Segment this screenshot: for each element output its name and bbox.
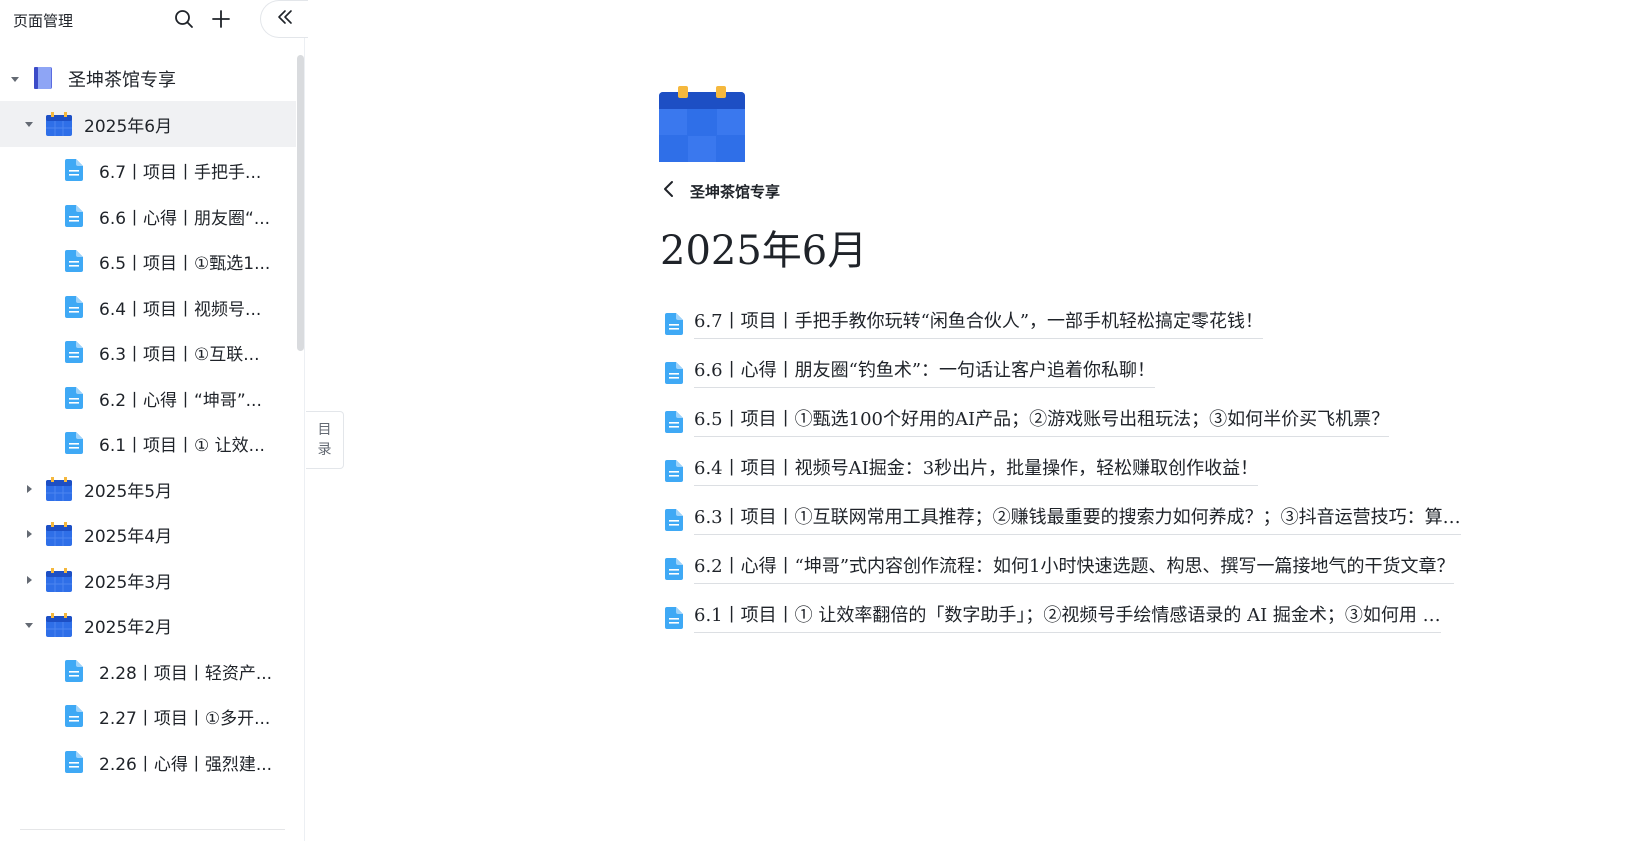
tree-doc[interactable]: 2.28丨项目丨轻资产... bbox=[0, 648, 296, 694]
document-icon bbox=[65, 432, 83, 454]
tree-doc[interactable]: 6.6丨心得丨朋友圈“... bbox=[0, 193, 296, 239]
document-link-text[interactable]: 6.7丨项目丨手把手教你玩转“闲鱼合伙人”，一部手机轻松搞定零花钱！ bbox=[694, 310, 1264, 339]
tree-root[interactable]: 圣坤茶馆专享 bbox=[0, 56, 296, 102]
document-link[interactable]: 6.3丨项目丨①互联网常用工具推荐；②赚钱最重要的搜索力如何养成？；③抖音运营技… bbox=[664, 502, 1461, 538]
tree-doc-label: 6.4丨项目丨视频号... bbox=[99, 299, 262, 320]
tree-folder-2025-04[interactable]: 2025年4月 bbox=[0, 511, 296, 557]
document-link[interactable]: 6.5丨项目丨①甄选100个好用的AI产品；②游戏账号出租玩法；③如何半价买飞机… bbox=[664, 404, 1390, 440]
calendar-icon bbox=[46, 522, 72, 546]
caret-down-icon[interactable] bbox=[9, 73, 21, 85]
sidebar-scrollbar[interactable] bbox=[297, 55, 304, 351]
sidebar-title: 页面管理 bbox=[13, 12, 74, 30]
tree-doc[interactable]: 6.1丨项目丨① 让效... bbox=[0, 420, 296, 466]
tree-folder-2025-06[interactable]: 2025年6月 bbox=[0, 101, 296, 147]
tree-doc-label: 6.7丨项目丨手把手... bbox=[99, 162, 262, 183]
document-icon bbox=[664, 362, 684, 384]
breadcrumb[interactable]: 圣坤茶馆专享 bbox=[662, 177, 780, 205]
tree-folder-label: 2025年5月 bbox=[84, 481, 173, 502]
document-icon bbox=[664, 558, 684, 580]
document-icon bbox=[65, 705, 83, 727]
tree-doc-label: 2.26丨心得丨强烈建... bbox=[99, 754, 273, 775]
caret-down-icon[interactable] bbox=[23, 118, 35, 130]
tree-doc-label: 6.5丨项目丨①甄选1... bbox=[99, 253, 271, 274]
tree-doc-label: 6.6丨心得丨朋友圈“... bbox=[99, 208, 271, 229]
document-icon bbox=[664, 607, 684, 629]
tree-doc[interactable]: 6.7丨项目丨手把手... bbox=[0, 147, 296, 193]
document-icon bbox=[664, 460, 684, 482]
document-link-text[interactable]: 6.2丨心得丨“坤哥”式内容创作流程：如何1小时快速选题、构思、撰写一篇接地气的… bbox=[694, 555, 1455, 584]
tree-folder-2025-03[interactable]: 2025年3月 bbox=[0, 557, 296, 603]
document-link-text[interactable]: 6.1丨项目丨① 让效率翻倍的「数字助手」；②视频号手绘情感语录的 AI 掘金术… bbox=[694, 604, 1441, 633]
sidebar: 页面管理 圣坤茶馆专享 2025年6月 6.7丨项目丨手把手... 6.6丨心得… bbox=[0, 0, 308, 841]
caret-right-icon[interactable] bbox=[23, 528, 35, 540]
document-icon bbox=[65, 205, 83, 227]
tree-root-label: 圣坤茶馆专享 bbox=[68, 70, 176, 91]
document-link-text[interactable]: 6.6丨心得丨朋友圈“钓鱼术”：一句话让客户追着你私聊！ bbox=[694, 359, 1156, 388]
document-icon bbox=[65, 387, 83, 409]
calendar-icon bbox=[46, 477, 72, 501]
document-link[interactable]: 6.4丨项目丨视频号AI掘金：3秒出片，批量操作，轻松赚取创作收益！ bbox=[664, 453, 1259, 489]
page-title: 2025年6月 bbox=[660, 228, 868, 274]
document-icon bbox=[65, 159, 83, 181]
tree-folder-label: 2025年4月 bbox=[84, 526, 173, 547]
tree-doc[interactable]: 2.26丨心得丨强烈建... bbox=[0, 739, 296, 785]
document-icon bbox=[65, 296, 83, 318]
chevron-left-icon[interactable] bbox=[662, 180, 676, 202]
plus-icon[interactable] bbox=[209, 7, 233, 31]
caret-down-icon[interactable] bbox=[23, 619, 35, 631]
tree-doc[interactable]: 6.2丨心得丨“坤哥”... bbox=[0, 375, 296, 421]
breadcrumb-label[interactable]: 圣坤茶馆专享 bbox=[690, 181, 780, 202]
double-chevron-left-icon bbox=[275, 7, 295, 31]
document-icon bbox=[65, 341, 83, 363]
document-icon bbox=[664, 509, 684, 531]
document-icon bbox=[664, 313, 684, 335]
document-link[interactable]: 6.7丨项目丨手把手教你玩转“闲鱼合伙人”，一部手机轻松搞定零花钱！ bbox=[664, 306, 1264, 342]
caret-right-icon[interactable] bbox=[23, 483, 35, 495]
calendar-icon bbox=[659, 86, 745, 162]
tree-doc-label: 2.28丨项目丨轻资产... bbox=[99, 663, 273, 684]
document-link-text[interactable]: 6.3丨项目丨①互联网常用工具推荐；②赚钱最重要的搜索力如何养成？；③抖音运营技… bbox=[694, 506, 1461, 535]
tree-doc-label: 6.1丨项目丨① 让效... bbox=[99, 435, 265, 456]
toc-label: 目 bbox=[317, 422, 332, 438]
tree-folder-label: 2025年2月 bbox=[84, 617, 173, 638]
divider bbox=[20, 829, 285, 830]
caret-right-icon[interactable] bbox=[23, 574, 35, 586]
tree-doc[interactable]: 6.3丨项目丨①互联... bbox=[0, 329, 296, 375]
collapse-sidebar-button[interactable] bbox=[260, 0, 308, 38]
document-link[interactable]: 6.2丨心得丨“坤哥”式内容创作流程：如何1小时快速选题、构思、撰写一篇接地气的… bbox=[664, 551, 1455, 587]
toc-label: 录 bbox=[317, 442, 332, 458]
tree-folder-label: 2025年6月 bbox=[84, 116, 173, 137]
tree-doc-label: 6.2丨心得丨“坤哥”... bbox=[99, 390, 262, 411]
document-icon bbox=[65, 250, 83, 272]
book-icon bbox=[33, 66, 53, 90]
document-link-text[interactable]: 6.5丨项目丨①甄选100个好用的AI产品；②游戏账号出租玩法；③如何半价买飞机… bbox=[694, 408, 1390, 437]
tree-doc[interactable]: 6.4丨项目丨视频号... bbox=[0, 284, 296, 330]
tree-doc[interactable]: 6.5丨项目丨①甄选1... bbox=[0, 238, 296, 284]
document-icon bbox=[664, 411, 684, 433]
calendar-icon bbox=[46, 112, 72, 136]
document-link-text[interactable]: 6.4丨项目丨视频号AI掘金：3秒出片，批量操作，轻松赚取创作收益！ bbox=[694, 457, 1259, 486]
document-link[interactable]: 6.1丨项目丨① 让效率翻倍的「数字助手」；②视频号手绘情感语录的 AI 掘金术… bbox=[664, 600, 1441, 636]
toc-toggle-button[interactable]: 目 录 bbox=[306, 411, 344, 469]
tree-folder-2025-02[interactable]: 2025年2月 bbox=[0, 602, 296, 648]
tree-doc-label: 6.3丨项目丨①互联... bbox=[99, 344, 260, 365]
sidebar-header: 页面管理 bbox=[0, 0, 308, 40]
tree-doc-label: 2.27丨项目丨①多开... bbox=[99, 708, 271, 729]
calendar-icon bbox=[46, 568, 72, 592]
document-link[interactable]: 6.6丨心得丨朋友圈“钓鱼术”：一句话让客户追着你私聊！ bbox=[664, 355, 1156, 391]
document-icon bbox=[65, 660, 83, 682]
search-icon[interactable] bbox=[172, 7, 196, 31]
tree-doc[interactable]: 2.27丨项目丨①多开... bbox=[0, 693, 296, 739]
tree-folder-2025-05[interactable]: 2025年5月 bbox=[0, 466, 296, 512]
document-icon bbox=[65, 751, 83, 773]
tree-folder-label: 2025年3月 bbox=[84, 572, 173, 593]
calendar-icon bbox=[46, 613, 72, 637]
